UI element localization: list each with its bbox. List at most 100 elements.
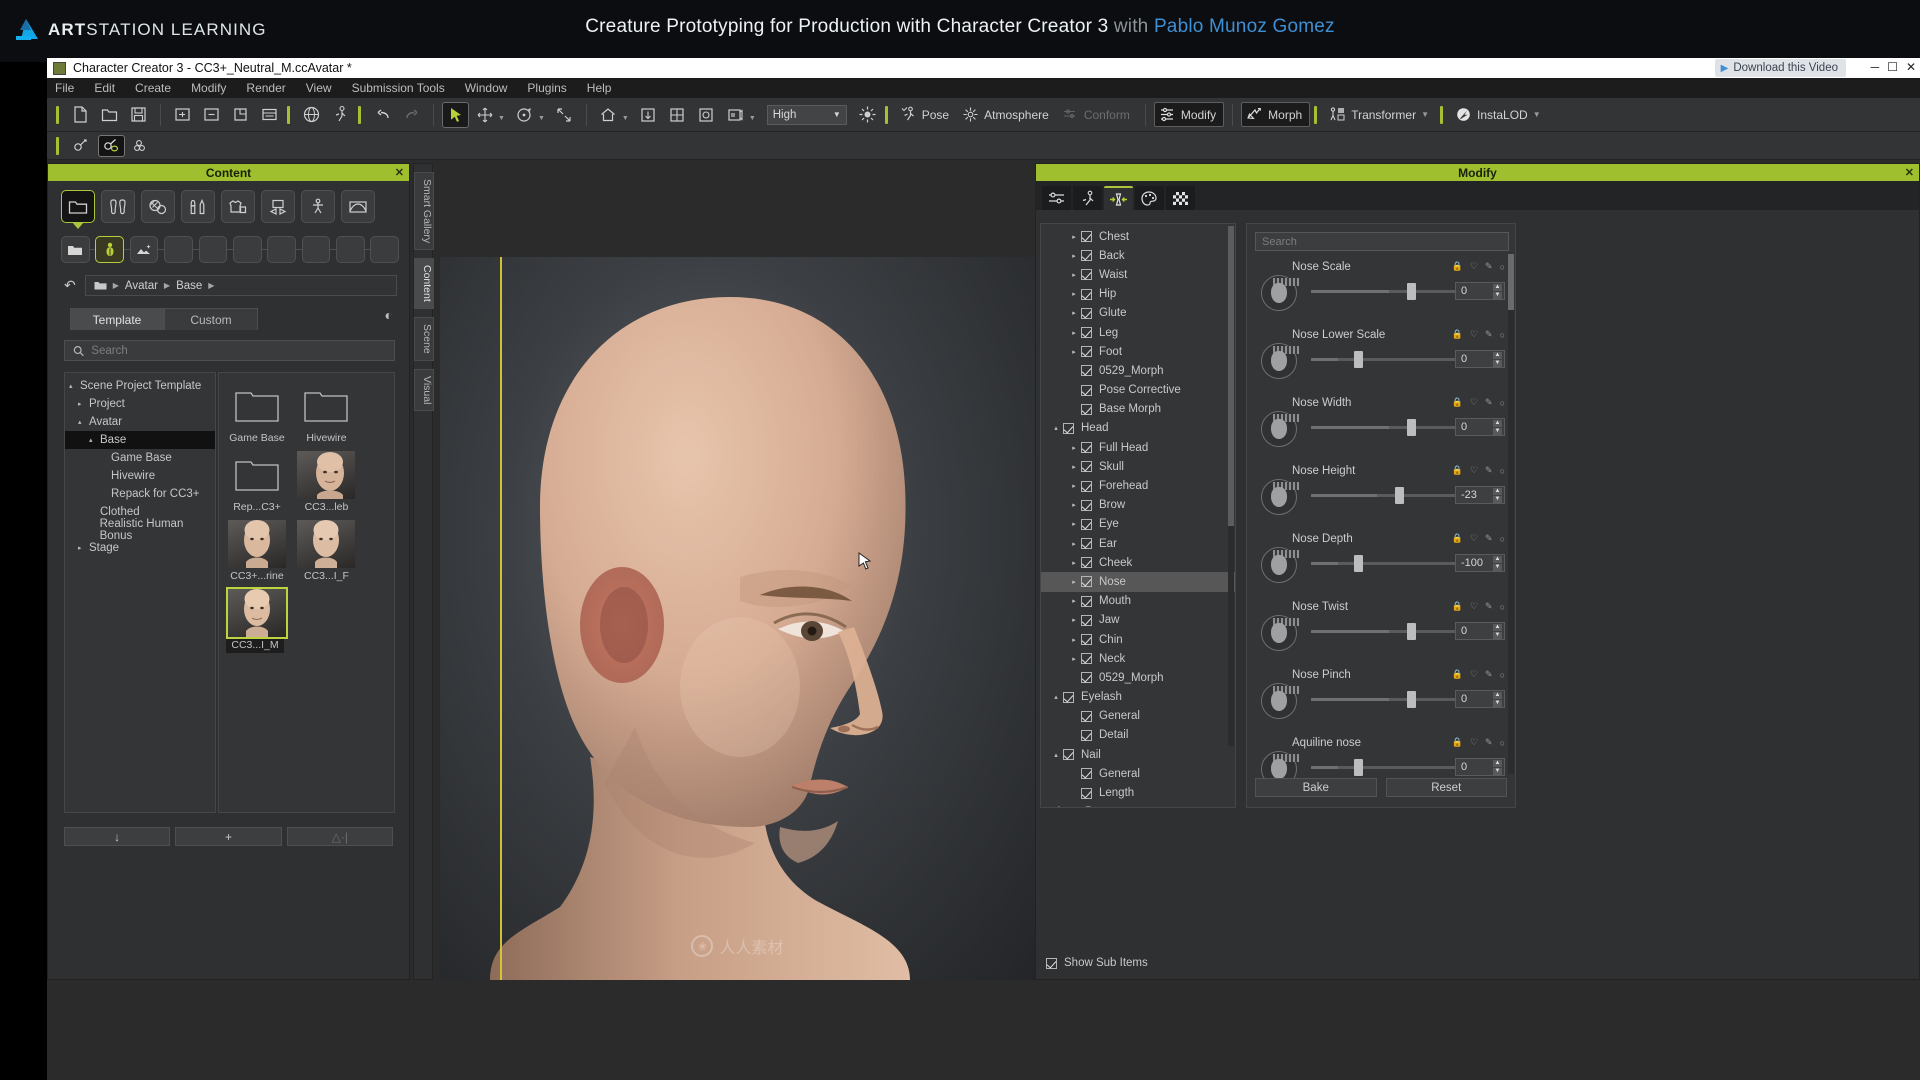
slider-knob[interactable] — [1261, 343, 1299, 379]
sub-empty-4[interactable] — [267, 236, 296, 263]
slider-handle[interactable] — [1354, 759, 1363, 776]
reset-dot-icon[interactable]: ○ — [1500, 398, 1505, 408]
tab-material[interactable] — [1135, 186, 1164, 210]
morph-list-scroll-thumb[interactable] — [1508, 254, 1514, 310]
part-twisty[interactable]: ▸ — [1067, 271, 1081, 279]
vtab-smart-gallery[interactable]: Smart Gallery — [414, 172, 434, 251]
redo-button[interactable] — [398, 102, 425, 128]
menu-file[interactable]: File — [55, 81, 74, 95]
tab-modify-morph[interactable] — [1104, 186, 1133, 210]
part-twisty[interactable]: ▸ — [1067, 501, 1081, 509]
part-checkbox[interactable] — [1081, 538, 1092, 550]
breadcrumb-back-icon[interactable]: ↶ — [64, 277, 76, 294]
spinner[interactable]: ▲ ▼ — [1493, 692, 1502, 707]
part-item-cheek[interactable]: ▸ Cheek — [1041, 553, 1235, 572]
spin-down-icon[interactable]: ▼ — [1493, 564, 1502, 571]
tree-twisty[interactable]: ▴ — [69, 382, 80, 390]
mesh-blocks-button[interactable] — [128, 135, 155, 157]
menu-render[interactable]: Render — [246, 81, 285, 95]
slider-track[interactable] — [1311, 698, 1467, 701]
slider-value-box[interactable]: 0 ▲ ▼ — [1455, 758, 1505, 776]
vtab-scene[interactable]: Scene — [414, 316, 434, 361]
grid-view-button[interactable] — [664, 102, 691, 128]
sub-scene-button[interactable] — [129, 236, 159, 263]
part-item-eye[interactable]: ▸ Eye — [1041, 515, 1235, 534]
part-item-chest[interactable]: ▸ Chest — [1041, 227, 1235, 246]
part-checkbox[interactable] — [1081, 634, 1092, 646]
part-item-0529-morph[interactable]: 0529_Morph — [1041, 361, 1235, 380]
globe-button[interactable] — [298, 102, 325, 128]
modify-panel-close-icon[interactable]: ✕ — [1905, 166, 1914, 179]
lock-icon[interactable]: 🔒 — [1452, 465, 1463, 476]
tree-twisty[interactable]: ▴ — [78, 418, 89, 426]
part-checkbox[interactable] — [1081, 250, 1092, 262]
part-item-waist[interactable]: ▸ Waist — [1041, 265, 1235, 284]
slider-knob[interactable] — [1261, 479, 1299, 515]
part-item-head-0529-morph[interactable]: 0529_Morph — [1041, 668, 1235, 687]
part-item-hip[interactable]: ▸ Hip — [1041, 285, 1235, 304]
part-twisty[interactable]: ▸ — [1067, 597, 1081, 605]
sub-empty-1[interactable] — [164, 236, 193, 263]
breadcrumb-item-avatar[interactable]: Avatar — [125, 280, 158, 292]
content-tree[interactable]: ▴ Scene Project Template ▸ Project ▴ Avatar… — [64, 372, 216, 813]
morph-search-box[interactable] — [1255, 232, 1509, 251]
thumbnail-item-selected[interactable]: CC3...I_M — [226, 587, 288, 653]
instalod-button[interactable]: InstaLOD ▼ — [1451, 103, 1548, 126]
part-twisty[interactable]: ▸ — [1067, 233, 1081, 241]
bake-button[interactable]: Bake — [1255, 778, 1377, 797]
tab-custom[interactable]: Custom — [164, 308, 258, 330]
part-item-forehead[interactable]: ▸ Forehead — [1041, 476, 1235, 495]
category-material-button[interactable] — [141, 190, 175, 223]
slider-handle[interactable] — [1354, 555, 1363, 572]
character-run-button[interactable] — [327, 102, 354, 128]
part-checkbox[interactable] — [1081, 442, 1092, 454]
tree-item-repack-for-cc3plus[interactable]: Repack for CC3+ — [65, 485, 215, 503]
spin-down-icon[interactable]: ▼ — [1493, 632, 1502, 639]
presenter-name[interactable]: Pablo Munoz Gomez — [1154, 16, 1335, 37]
export-button[interactable] — [198, 102, 225, 128]
part-item-chin[interactable]: ▸ Chin — [1041, 630, 1235, 649]
category-motion-button[interactable] — [301, 190, 335, 223]
heart-icon[interactable]: ♡ — [1470, 669, 1478, 680]
part-twisty[interactable]: ▸ — [1067, 559, 1081, 567]
menu-help[interactable]: Help — [587, 81, 612, 95]
part-item-mouth[interactable]: ▸ Mouth — [1041, 592, 1235, 611]
thumbnail-item[interactable]: CC3...leb — [297, 451, 356, 513]
part-twisty[interactable]: ▸ — [1067, 463, 1081, 471]
quality-select[interactable]: High ▼ — [766, 104, 847, 125]
spin-up-icon[interactable]: ▲ — [1493, 556, 1502, 563]
spin-down-icon[interactable]: ▼ — [1493, 768, 1502, 775]
tree-item-realistic-human-bonus[interactable]: Realistic Human Bonus — [65, 518, 215, 542]
sub-empty-7[interactable] — [370, 236, 400, 263]
slider-knob[interactable] — [1261, 683, 1299, 719]
lock-icon[interactable]: 🔒 — [1452, 737, 1463, 748]
rotate-tool-button[interactable] — [511, 102, 538, 128]
part-checkbox[interactable] — [1081, 557, 1092, 569]
heart-icon[interactable]: ♡ — [1470, 601, 1478, 612]
part-checkbox[interactable] — [1081, 384, 1092, 396]
part-checkbox[interactable] — [1063, 749, 1074, 761]
part-checkbox[interactable] — [1081, 518, 1092, 530]
import-button[interactable] — [169, 102, 196, 128]
part-twisty[interactable]: ▸ — [1067, 348, 1081, 356]
download-content-button[interactable]: ↓ — [64, 827, 171, 846]
pencil-icon[interactable]: ✎ — [1485, 261, 1493, 272]
spin-up-icon[interactable]: ▲ — [1493, 488, 1502, 495]
part-checkbox[interactable] — [1081, 595, 1092, 607]
pencil-icon[interactable]: ✎ — [1485, 465, 1493, 476]
vtab-content[interactable]: Content — [414, 258, 434, 309]
slider-knob[interactable] — [1261, 615, 1299, 651]
part-checkbox[interactable] — [1081, 307, 1092, 319]
home-view-button[interactable] — [595, 102, 622, 128]
spin-up-icon[interactable]: ▲ — [1493, 760, 1502, 767]
category-stage-button[interactable] — [341, 190, 375, 223]
pose-button[interactable]: Pose — [896, 103, 956, 126]
scale-tool-button[interactable] — [551, 102, 578, 128]
reset-dot-icon[interactable]: ○ — [1500, 534, 1505, 544]
part-twisty[interactable]: ▸ — [1067, 290, 1081, 298]
pencil-icon[interactable]: ✎ — [1485, 669, 1493, 680]
part-item-actor-parts[interactable]: ▴Actor Parts — [1041, 803, 1235, 807]
part-item-nail-length[interactable]: Length — [1041, 783, 1235, 802]
export-alt-button[interactable] — [227, 102, 254, 128]
reset-dot-icon[interactable]: ○ — [1500, 738, 1505, 748]
